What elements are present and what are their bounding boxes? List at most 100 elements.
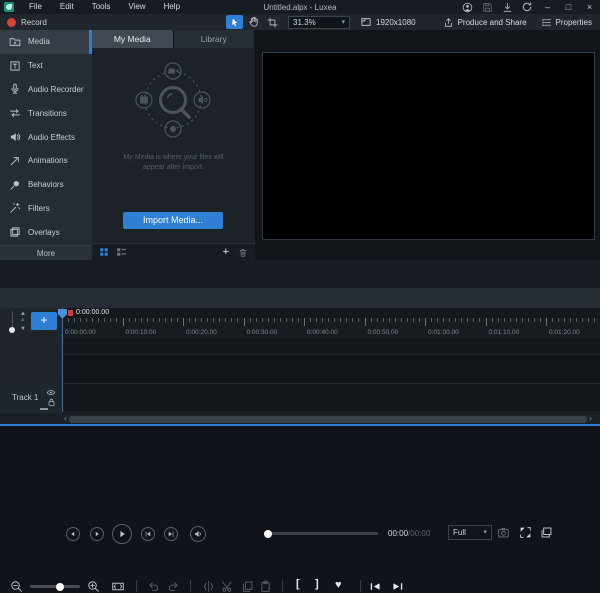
ruler-tick <box>370 318 372 322</box>
snapshot-button[interactable] <box>497 526 510 539</box>
ruler-label: 0:00:00.00 <box>65 329 96 336</box>
fullscreen-button[interactable] <box>519 526 532 539</box>
produce-and-share-button[interactable]: Produce and Share <box>443 17 527 28</box>
timeline-zoom-slider[interactable] <box>30 582 80 591</box>
minimize-button[interactable]: – <box>541 0 554 14</box>
ruler-tick <box>128 318 130 322</box>
sidebar-item-behaviors[interactable]: Behaviors <box>0 173 92 197</box>
ruler-tick <box>364 318 366 326</box>
list-view-icon[interactable] <box>116 247 127 257</box>
previous-frame-button[interactable] <box>66 527 80 541</box>
menu-file[interactable]: File <box>20 0 51 14</box>
sidebar-item-text[interactable]: Text <box>0 54 92 78</box>
time-total: /00:00 <box>408 529 431 538</box>
copy-button[interactable] <box>241 580 254 593</box>
track-height-slider-handle[interactable] <box>9 327 15 333</box>
properties-button[interactable]: Properties <box>541 17 592 28</box>
ruler-tick <box>279 318 281 322</box>
ruler-tick <box>552 318 554 322</box>
add-media-button[interactable]: + <box>223 246 229 258</box>
record-marker[interactable] <box>68 309 73 316</box>
redo-button[interactable] <box>167 580 180 593</box>
zoom-slider-handle[interactable] <box>56 582 64 591</box>
tab-library[interactable]: Library <box>173 30 254 48</box>
next-frame-button[interactable] <box>90 527 104 541</box>
sidebar-item-animations[interactable]: Animations <box>0 149 92 173</box>
sidebar-item-audio-effects[interactable]: Audio Effects <box>0 125 92 149</box>
mark-out-button[interactable]: ] <box>315 578 319 590</box>
close-button[interactable]: × <box>583 0 596 14</box>
produce-label: Produce and Share <box>457 17 527 27</box>
sidebar-item-transitions[interactable]: Transitions <box>0 101 92 125</box>
paste-button[interactable] <box>259 580 272 593</box>
detach-panes-button[interactable] <box>540 526 553 539</box>
track-lock-icon[interactable] <box>47 398 56 407</box>
ruler-tick <box>437 318 439 322</box>
menu-edit[interactable]: Edit <box>51 0 83 14</box>
sidebar-item-label: Audio Recorder <box>28 84 84 94</box>
jump-to-end-button[interactable] <box>391 580 404 593</box>
mark-in-button[interactable]: [ <box>296 578 300 590</box>
timeline-marker-strip[interactable] <box>62 308 600 318</box>
split-button[interactable] <box>202 580 215 593</box>
save-icon[interactable] <box>481 1 493 13</box>
jump-to-start-button[interactable] <box>369 580 382 593</box>
seek-slider[interactable] <box>264 529 378 538</box>
track-visibility-eye-icon[interactable] <box>46 389 56 396</box>
stage-zoom-select[interactable]: 31.3% ▾ <box>288 15 350 29</box>
maximize-button[interactable]: □ <box>562 0 575 14</box>
view-mode-select[interactable]: Full ▾ <box>448 525 492 540</box>
sidebar-item-audio-recorder[interactable]: Audio Recorder <box>0 78 92 102</box>
ruler-tick <box>225 318 227 322</box>
sidebar-more-button[interactable]: More <box>0 245 92 260</box>
sidebar-item-overlays[interactable]: Overlays <box>0 220 92 244</box>
select-tool-button[interactable] <box>226 15 243 29</box>
ruler-tick <box>158 318 160 322</box>
record-button[interactable]: Record <box>0 17 47 27</box>
player-bar: 00:00/00:00 Full ▾ <box>0 260 600 544</box>
import-media-button[interactable]: Import Media... <box>123 212 223 229</box>
sidebar-item-media[interactable]: Media <box>0 30 92 54</box>
go-to-start-button[interactable] <box>141 527 155 541</box>
scroll-left-icon[interactable]: ‹ <box>62 414 69 424</box>
ruler-tick <box>328 318 330 322</box>
timeline-horizontal-scrollbar[interactable]: ‹ › <box>0 414 600 424</box>
playhead-handle[interactable] <box>58 308 68 319</box>
account-icon[interactable] <box>461 1 473 13</box>
seek-handle[interactable] <box>264 529 272 538</box>
play-button[interactable] <box>112 524 132 544</box>
undo-button[interactable] <box>147 580 160 593</box>
ruler-tick <box>449 318 451 322</box>
go-to-end-button[interactable] <box>164 527 178 541</box>
pan-tool-button[interactable] <box>245 15 262 29</box>
ruler-tick <box>479 318 481 322</box>
timeline-toolbar: [ ] ♥ <box>0 288 600 592</box>
grid-view-icon[interactable] <box>99 247 109 257</box>
volume-button[interactable] <box>190 526 206 542</box>
cut-button[interactable] <box>221 580 234 593</box>
delete-media-icon[interactable] <box>238 247 248 258</box>
menu-tools[interactable]: Tools <box>83 0 120 14</box>
menu-view[interactable]: View <box>119 0 154 14</box>
menu-help[interactable]: Help <box>155 0 189 14</box>
ruler-label: 0:00:20.00 <box>186 329 217 336</box>
sidebar-item-label: Behaviors <box>28 180 64 190</box>
track-header[interactable]: Track 1 <box>0 383 62 412</box>
ruler-label: 0:01:20.00 <box>549 329 580 336</box>
ruler-tick <box>201 318 203 322</box>
crop-tool-button[interactable] <box>264 15 281 29</box>
download-icon[interactable] <box>501 1 513 13</box>
sidebar-item-filters[interactable]: Filters <box>0 197 92 221</box>
add-marker-button[interactable]: ♥ <box>335 579 342 591</box>
ruler-tick <box>588 318 590 322</box>
ruler-tick <box>273 318 275 322</box>
timeline-zoom-in-button[interactable] <box>87 580 100 593</box>
track-zoom-down-icon[interactable]: ▼ <box>19 326 27 332</box>
fit-timeline-button[interactable] <box>111 580 124 593</box>
add-track-button[interactable]: + <box>31 312 57 330</box>
timeline-zoom-out-button[interactable] <box>10 580 23 593</box>
tab-my-media[interactable]: My Media <box>92 30 173 48</box>
scroll-right-icon[interactable]: › <box>587 414 594 424</box>
scrollbar-thumb[interactable] <box>69 415 587 423</box>
sync-icon[interactable] <box>521 1 533 13</box>
